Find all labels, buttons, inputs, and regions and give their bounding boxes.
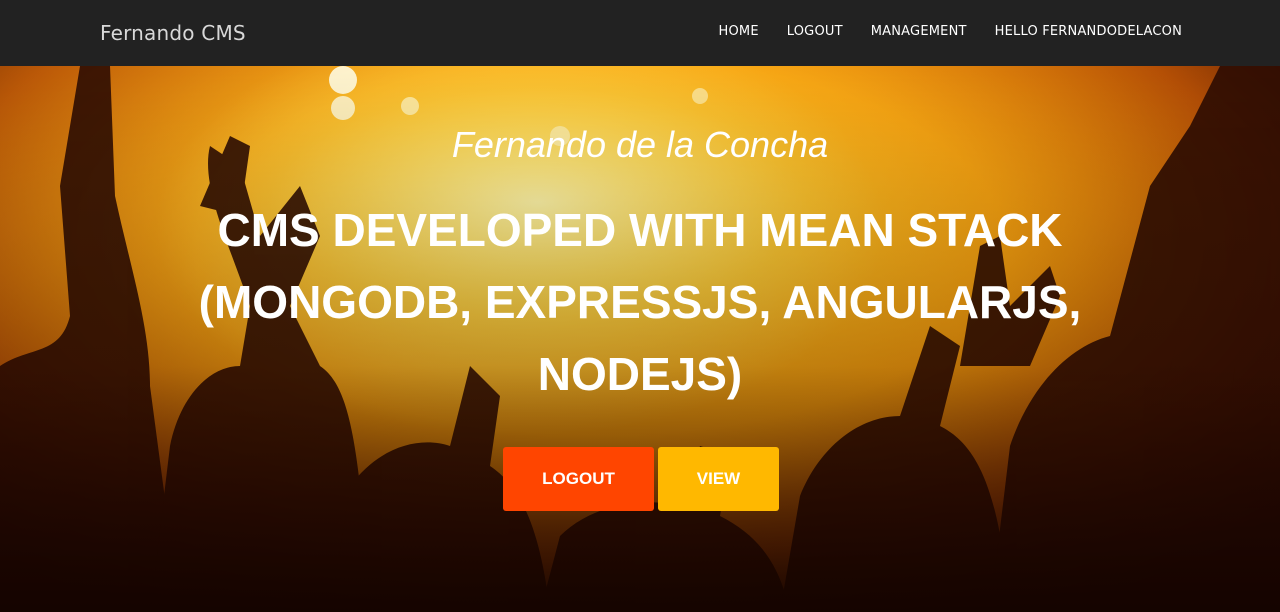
nav-home-link[interactable]: HOME [719, 24, 759, 39]
logout-button[interactable]: LOGOUT [503, 447, 654, 511]
nav-management-link[interactable]: MANAGEMENT [871, 24, 967, 39]
nav-user-greeting-link[interactable]: HELLO FERNANDODELACON [995, 24, 1182, 39]
hero-headline: CMS DEVELOPED WITH MEAN STACK (MONGODB, … [198, 204, 1082, 400]
hero-subtitle: Fernando de la Concha [451, 124, 829, 165]
hero-section: Fernando de la Concha CMS DEVELOPED WITH… [0, 66, 1280, 612]
top-navbar: Fernando CMS HOME LOGOUT MANAGEMENT HELL… [0, 0, 1280, 66]
nav-links: HOME LOGOUT MANAGEMENT HELLO FERNANDODEL… [719, 24, 1182, 39]
nav-logout-link[interactable]: LOGOUT [787, 24, 843, 39]
hero-content: Fernando de la Concha CMS DEVELOPED WITH… [0, 66, 1280, 612]
view-button[interactable]: VIEW [658, 447, 779, 511]
brand-link[interactable]: Fernando CMS [100, 21, 246, 45]
